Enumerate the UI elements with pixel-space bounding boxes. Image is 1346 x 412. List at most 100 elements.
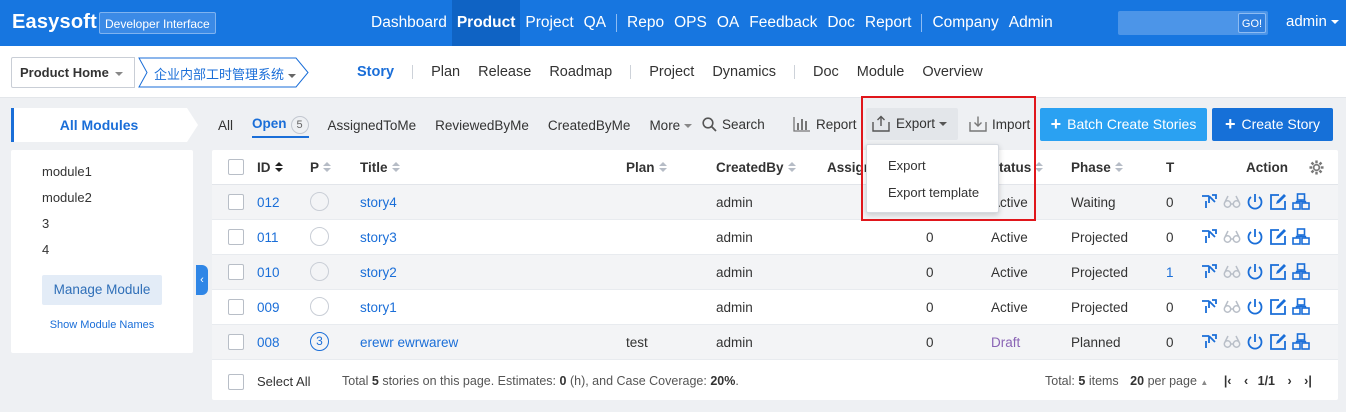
tab-release[interactable]: Release	[469, 64, 540, 80]
create-case-icon[interactable]	[1292, 193, 1310, 211]
create-case-icon[interactable]	[1292, 333, 1310, 351]
create-case-icon[interactable]	[1292, 228, 1310, 246]
export-dropdown-button[interactable]: Export	[866, 108, 958, 140]
module-item[interactable]: module2	[42, 190, 92, 216]
nav-qa[interactable]: QA	[579, 0, 611, 46]
row-checkbox[interactable]	[228, 264, 244, 280]
nav-feedback[interactable]: Feedback	[744, 0, 822, 46]
review-glasses-icon[interactable]	[1223, 298, 1241, 316]
header-checkbox[interactable]	[228, 159, 244, 175]
product-home-dropdown[interactable]: Product Home	[11, 57, 135, 88]
split-story-icon[interactable]	[1200, 333, 1218, 351]
row-checkbox[interactable]	[228, 229, 244, 245]
column-id[interactable]: ID	[257, 160, 283, 175]
story-id-link[interactable]: 010	[257, 265, 280, 280]
row-checkbox[interactable]	[228, 334, 244, 350]
manage-module-button[interactable]: Manage Module	[42, 275, 162, 305]
close-story-icon[interactable]	[1246, 263, 1264, 281]
export-template-menu-item[interactable]: Export template	[888, 185, 979, 200]
first-page-icon[interactable]: |‹	[1224, 374, 1232, 388]
edit-icon[interactable]	[1269, 193, 1287, 211]
prev-page-icon[interactable]: ‹	[1244, 374, 1248, 388]
module-item[interactable]: 4	[42, 242, 92, 268]
close-story-icon[interactable]	[1246, 193, 1264, 211]
tab-plan[interactable]: Plan	[422, 64, 469, 80]
batch-create-stories-button[interactable]: + Batch Create Stories	[1040, 108, 1207, 141]
edit-icon[interactable]	[1269, 333, 1287, 351]
nav-repo[interactable]: Repo	[622, 0, 669, 46]
nav-dashboard[interactable]: Dashboard	[366, 0, 452, 46]
nav-ops[interactable]: OPS	[669, 0, 712, 46]
filter-more-dropdown[interactable]: More	[649, 118, 693, 133]
story-title-link[interactable]: story2	[360, 265, 397, 280]
filter-assigned-to-me[interactable]: AssignedToMe	[328, 118, 417, 133]
review-glasses-icon[interactable]	[1223, 333, 1241, 351]
create-story-button[interactable]: + Create Story	[1212, 108, 1333, 141]
close-story-icon[interactable]	[1246, 298, 1264, 316]
column-title[interactable]: Title	[360, 160, 400, 175]
filter-all[interactable]: All	[218, 118, 233, 133]
tab-dynamics[interactable]: Dynamics	[703, 64, 785, 80]
tab-doc[interactable]: Doc	[804, 64, 848, 80]
nav-company[interactable]: Company	[927, 0, 1003, 46]
story-title-link[interactable]: story1	[360, 300, 397, 315]
import-button[interactable]: Import	[969, 114, 1030, 136]
story-title-link[interactable]: story4	[360, 195, 397, 210]
tab-module[interactable]: Module	[848, 64, 914, 80]
app-logo[interactable]: Easysoft	[12, 11, 97, 34]
close-story-icon[interactable]	[1246, 228, 1264, 246]
column-tasks[interactable]: T	[1166, 160, 1174, 175]
next-page-icon[interactable]: ›	[1288, 374, 1292, 388]
nav-report[interactable]: Report	[860, 0, 917, 46]
story-id-link[interactable]: 009	[257, 300, 280, 315]
show-module-names-link[interactable]: Show Module Names	[11, 319, 193, 331]
story-id-link[interactable]: 008	[257, 335, 280, 350]
split-story-icon[interactable]	[1200, 263, 1218, 281]
story-id-link[interactable]: 011	[257, 230, 279, 245]
tab-overview[interactable]: Overview	[913, 64, 991, 80]
split-story-icon[interactable]	[1200, 228, 1218, 246]
collapse-sidebar-handle[interactable]: ‹	[196, 265, 208, 295]
report-button[interactable]: Report	[793, 114, 857, 136]
module-item[interactable]: 3	[42, 216, 92, 242]
create-case-icon[interactable]	[1292, 298, 1310, 316]
per-page-dropdown[interactable]: 20 per page ▲	[1130, 374, 1208, 388]
split-story-icon[interactable]	[1200, 298, 1218, 316]
last-page-icon[interactable]: ›|	[1304, 374, 1312, 388]
global-search-input[interactable]: GO!	[1118, 11, 1268, 35]
story-task-count[interactable]: 1	[1166, 265, 1174, 280]
split-story-icon[interactable]	[1200, 193, 1218, 211]
review-glasses-icon[interactable]	[1223, 228, 1241, 246]
column-created-by[interactable]: CreatedBy	[716, 160, 796, 175]
nav-product[interactable]: Product	[451, 0, 521, 46]
close-story-icon[interactable]	[1246, 333, 1264, 351]
select-all-checkbox[interactable]	[228, 374, 244, 390]
search-toggle[interactable]: Search	[702, 114, 765, 136]
tab-story[interactable]: Story	[348, 64, 403, 80]
user-menu[interactable]: admin	[1286, 13, 1339, 30]
row-checkbox[interactable]	[228, 194, 244, 210]
tab-roadmap[interactable]: Roadmap	[540, 64, 621, 80]
nav-oa[interactable]: OA	[712, 0, 744, 46]
all-modules-tab[interactable]: All Modules	[11, 108, 198, 142]
filter-open[interactable]: Open 5	[252, 116, 309, 138]
search-go-button[interactable]: GO!	[1238, 13, 1266, 33]
story-title-link[interactable]: erewr ewrwarew	[360, 335, 458, 350]
row-checkbox[interactable]	[228, 299, 244, 315]
column-priority[interactable]: P	[310, 160, 332, 175]
nav-admin[interactable]: Admin	[1004, 0, 1058, 46]
edit-icon[interactable]	[1269, 298, 1287, 316]
review-glasses-icon[interactable]	[1223, 263, 1241, 281]
column-plan[interactable]: Plan	[626, 160, 667, 175]
nav-doc[interactable]: Doc	[822, 0, 860, 46]
tab-project[interactable]: Project	[640, 64, 703, 80]
select-all-label[interactable]: Select All	[257, 374, 310, 389]
column-phase[interactable]: Phase	[1071, 160, 1123, 175]
story-id-link[interactable]: 012	[257, 195, 280, 210]
review-glasses-icon[interactable]	[1223, 193, 1241, 211]
edit-icon[interactable]	[1269, 228, 1287, 246]
module-item[interactable]: module1	[42, 164, 92, 190]
gear-icon[interactable]	[1309, 160, 1324, 175]
filter-created-by-me[interactable]: CreatedByMe	[548, 118, 631, 133]
story-title-link[interactable]: story3	[360, 230, 397, 245]
